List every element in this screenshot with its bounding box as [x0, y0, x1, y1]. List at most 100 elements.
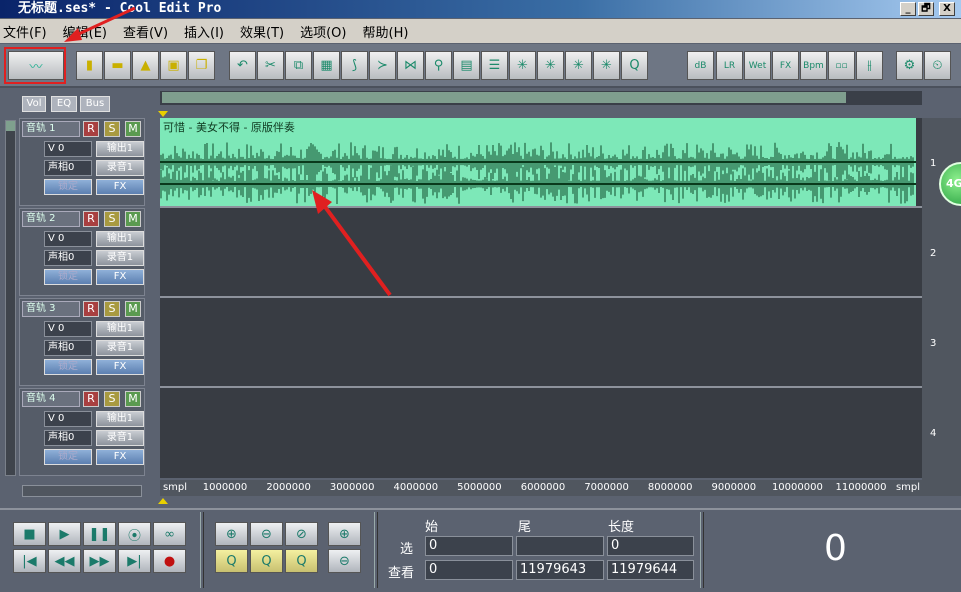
lock-button[interactable]: 锁定	[44, 449, 92, 465]
clip-move-icon[interactable]: Q	[621, 51, 648, 80]
pan-lr-icon[interactable]: LR	[716, 51, 743, 80]
track-lane-1[interactable]: 可惜 - 美女不得 - 原版伴奏	[160, 118, 922, 208]
minimize-button[interactable]: _	[900, 2, 916, 16]
zoom-in-button[interactable]: ⊕	[215, 522, 248, 546]
record-input-button[interactable]: 录音1	[96, 430, 144, 446]
record-arm-button[interactable]: R	[83, 211, 99, 227]
close-button[interactable]: X	[939, 2, 955, 16]
zoom-in-vertical-button[interactable]: ⊕	[328, 522, 361, 546]
zoom-left-button[interactable]: Q	[215, 549, 248, 573]
zoom-out-vertical-button[interactable]: ⊖	[328, 549, 361, 573]
lock-button[interactable]: 锁定	[44, 179, 92, 195]
multitrack-area[interactable]: 可惜 - 美女不得 - 原版伴奏	[160, 118, 922, 478]
mute-button[interactable]: M	[125, 211, 141, 227]
view-end-field[interactable]: 11979643	[516, 560, 604, 580]
volume-field[interactable]: V 0	[44, 411, 92, 427]
mix-icon[interactable]: ⋈	[397, 51, 424, 80]
track-lane-4[interactable]	[160, 388, 922, 478]
lock-button[interactable]: 锁定	[44, 269, 92, 285]
pan-field[interactable]: 声相0	[44, 430, 92, 446]
record-input-button[interactable]: 录音1	[96, 340, 144, 356]
view-length-field[interactable]: 11979644	[607, 560, 694, 580]
record-arm-button[interactable]: R	[83, 391, 99, 407]
loop-icon[interactable]: ✳	[565, 51, 592, 80]
selection-length-field[interactable]: 0	[607, 536, 694, 556]
speed-badge[interactable]: 4G	[939, 162, 961, 206]
link-icon[interactable]: ▫▫	[828, 51, 855, 80]
track-name[interactable]: 音轨 4	[22, 391, 80, 407]
solo-button[interactable]: S	[104, 121, 120, 137]
restore-button[interactable]: 🗗	[918, 2, 934, 16]
pan-field[interactable]: 声相0	[44, 250, 92, 266]
volume-db-icon[interactable]: dB	[687, 51, 714, 80]
overview-range[interactable]	[162, 92, 846, 103]
fx-icon[interactable]: FX	[772, 51, 799, 80]
volume-field[interactable]: V 0	[44, 141, 92, 157]
tab-eq[interactable]: EQ	[51, 96, 77, 112]
open-file-icon[interactable]: ▬	[104, 51, 131, 80]
group-icon[interactable]: ▤	[453, 51, 480, 80]
tab-bus[interactable]: Bus	[80, 96, 110, 112]
fx-button[interactable]: FX	[96, 359, 144, 375]
volume-field[interactable]: V 0	[44, 321, 92, 337]
output-button[interactable]: 输出1	[96, 321, 144, 337]
fx-button[interactable]: FX	[96, 269, 144, 285]
mixer-settings-icon[interactable]: ⚙	[896, 51, 923, 80]
menu-view[interactable]: 查看(V)	[115, 22, 176, 41]
menu-insert[interactable]: 插入(I)	[176, 22, 232, 41]
lock-button[interactable]: 锁定	[44, 359, 92, 375]
new-file-icon[interactable]: ▮	[76, 51, 103, 80]
save-icon[interactable]: ▣	[160, 51, 187, 80]
menu-effects[interactable]: 效果(T)	[232, 22, 292, 41]
track-lane-2[interactable]	[160, 208, 922, 298]
vertical-scrollbar[interactable]	[5, 120, 16, 476]
solo-button[interactable]: S	[104, 301, 120, 317]
paste-icon[interactable]: ▦	[313, 51, 340, 80]
menu-help[interactable]: 帮助(H)	[355, 22, 417, 41]
time-ruler[interactable]: smpl 1000000 2000000 3000000 4000000 5000000 6…	[160, 480, 922, 496]
fast-forward-button[interactable]: ▶▶	[83, 549, 116, 573]
zoom-selection-button[interactable]: Q	[250, 549, 283, 573]
save-all-icon[interactable]: ❐	[188, 51, 215, 80]
play-button[interactable]: ▶	[48, 522, 81, 546]
record-button[interactable]: ●	[153, 549, 186, 573]
zoom-full-button[interactable]: ⊘	[285, 522, 318, 546]
solo-button[interactable]: S	[104, 211, 120, 227]
selection-end-field[interactable]	[516, 536, 604, 556]
fx-button[interactable]: FX	[96, 449, 144, 465]
go-to-end-button[interactable]: ▶|	[118, 549, 151, 573]
zoom-out-button[interactable]: ⊖	[250, 522, 283, 546]
copy-icon[interactable]: ⧉	[285, 51, 312, 80]
horizontal-scrollbar[interactable]	[22, 485, 142, 497]
bpm-icon[interactable]: Bpm	[800, 51, 827, 80]
end-marker-icon[interactable]	[158, 498, 168, 504]
record-arm-button[interactable]: R	[83, 121, 99, 137]
zoom-right-button[interactable]: Q	[285, 549, 318, 573]
selection-begin-field[interactable]: 0	[425, 536, 513, 556]
pan-field[interactable]: 声相0	[44, 340, 92, 356]
record-input-button[interactable]: 录音1	[96, 250, 144, 266]
envelope-icon[interactable]: ✳	[593, 51, 620, 80]
rewind-button[interactable]: ◀◀	[48, 549, 81, 573]
output-button[interactable]: 输出1	[96, 231, 144, 247]
menu-file[interactable]: 文件(F)	[0, 22, 55, 41]
menu-edit[interactable]: 编辑(E)	[55, 22, 115, 41]
align-icon[interactable]: ☰	[481, 51, 508, 80]
pan-field[interactable]: 声相0	[44, 160, 92, 176]
split-icon[interactable]: ⟆	[341, 51, 368, 80]
cut-scissors-icon[interactable]: ✂	[257, 51, 284, 80]
stop-button[interactable]: ■	[13, 522, 46, 546]
mute-button[interactable]: M	[125, 121, 141, 137]
solo-button[interactable]: S	[104, 391, 120, 407]
track-name[interactable]: 音轨 3	[22, 301, 80, 317]
tab-vol[interactable]: Vol	[22, 96, 46, 112]
track-name[interactable]: 音轨 2	[22, 211, 80, 227]
record-arm-button[interactable]: R	[83, 301, 99, 317]
mute-button[interactable]: M	[125, 301, 141, 317]
volume-field[interactable]: V 0	[44, 231, 92, 247]
time-lock-icon[interactable]: ⏲	[924, 51, 951, 80]
mute-button[interactable]: M	[125, 391, 141, 407]
menu-options[interactable]: 选项(O)	[292, 22, 354, 41]
loop-button[interactable]: ∞	[153, 522, 186, 546]
fade-icon[interactable]: ✳	[537, 51, 564, 80]
